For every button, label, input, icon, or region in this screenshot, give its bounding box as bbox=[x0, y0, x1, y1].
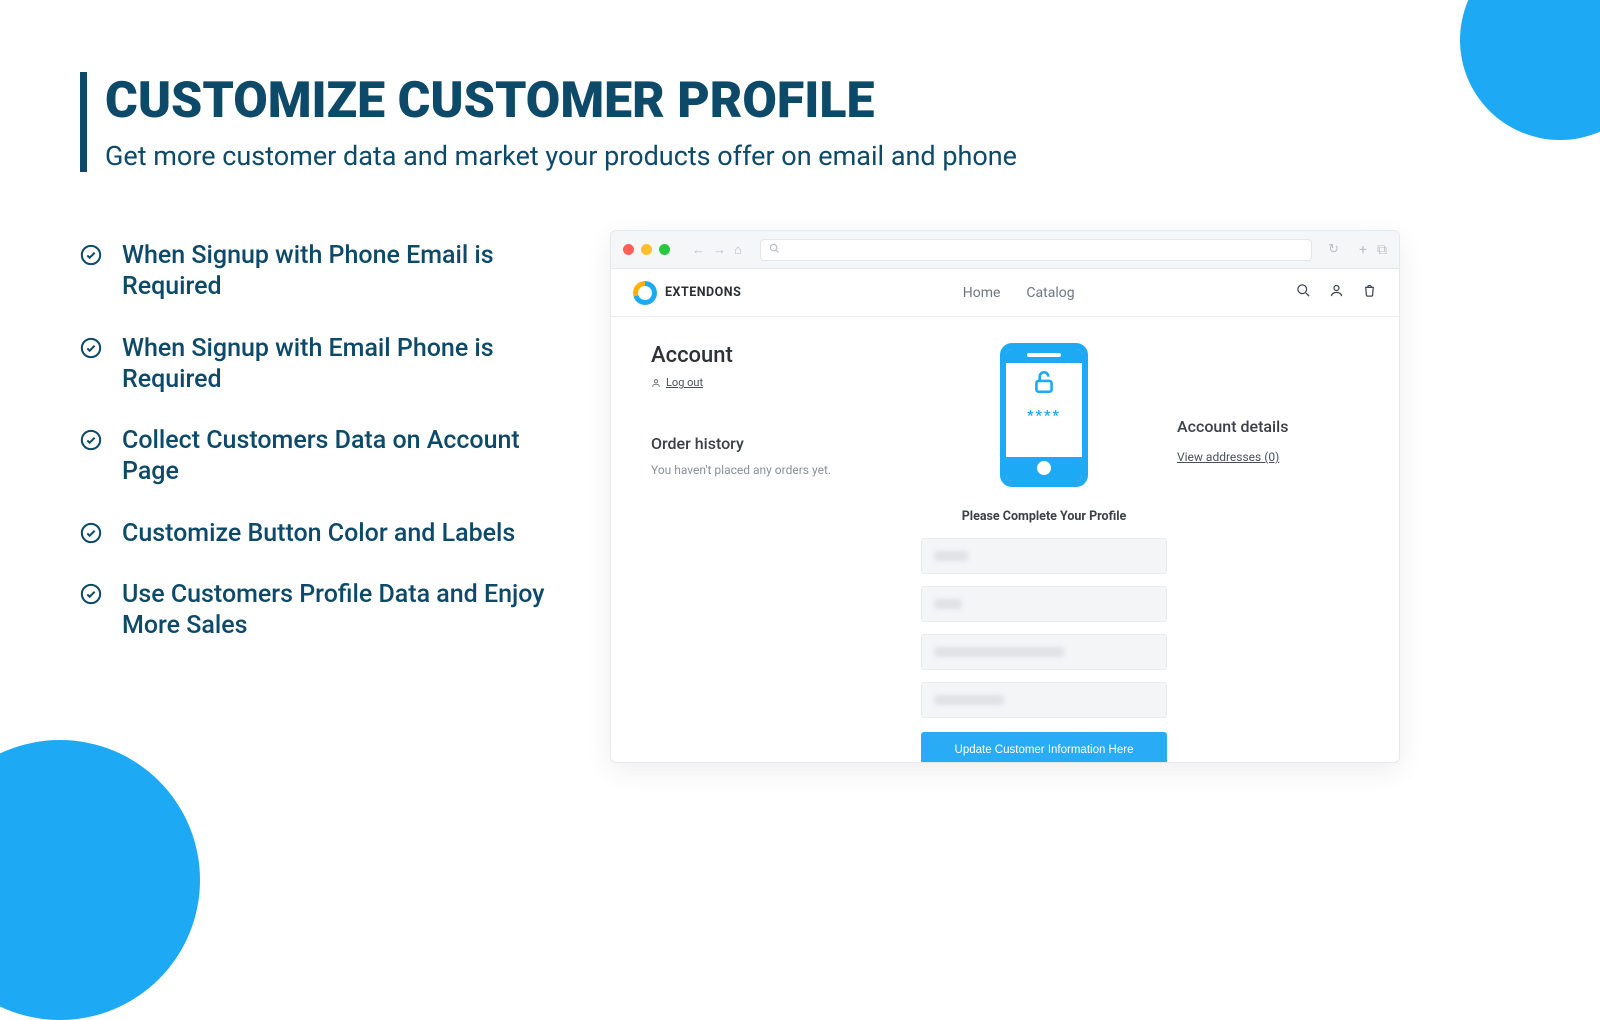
feature-text: When Signup with Email Phone is Required bbox=[122, 333, 572, 396]
hero-block: CUSTOMIZE CUSTOMER PROFILE Get more cust… bbox=[80, 72, 1080, 172]
cart-icon[interactable] bbox=[1362, 283, 1377, 302]
profile-input-2[interactable] bbox=[921, 586, 1167, 622]
complete-profile-prompt: Please Complete Your Profile bbox=[962, 509, 1127, 524]
account-details-title: Account details bbox=[1177, 417, 1397, 436]
decorative-blob-top-right bbox=[1460, 0, 1600, 140]
browser-nav-arrows: ← → ⌂ bbox=[692, 242, 742, 258]
order-history-empty: You haven't placed any orders yet. bbox=[651, 463, 911, 477]
home-icon[interactable]: ⌂ bbox=[734, 242, 742, 258]
store-header: EXTENDONS Home Catalog bbox=[611, 269, 1399, 317]
close-window-icon[interactable] bbox=[623, 244, 634, 255]
page-subtitle: Get more customer data and market your p… bbox=[105, 140, 1080, 172]
browser-window: ← → ⌂ ↻ + ⧉ EXTENDONS Home Catalog bbox=[610, 230, 1400, 763]
back-icon[interactable]: ← bbox=[692, 242, 705, 258]
feature-item: Customize Button Color and Labels bbox=[80, 518, 572, 549]
browser-chrome-bar: ← → ⌂ ↻ + ⧉ bbox=[611, 231, 1399, 269]
minimize-window-icon[interactable] bbox=[641, 244, 652, 255]
user-icon[interactable] bbox=[1329, 283, 1344, 302]
window-controls bbox=[623, 244, 670, 255]
check-circle-icon bbox=[80, 337, 102, 359]
copy-icon[interactable]: ⧉ bbox=[1377, 242, 1387, 258]
masked-code: **** bbox=[1027, 408, 1061, 424]
profile-input-4[interactable] bbox=[921, 682, 1167, 718]
account-column: Account Log out Order history You haven'… bbox=[651, 343, 911, 763]
new-tab-icon[interactable]: + bbox=[1359, 242, 1367, 258]
check-circle-icon bbox=[80, 522, 102, 544]
logout-link[interactable]: Log out bbox=[651, 376, 703, 389]
profile-input-3[interactable] bbox=[921, 634, 1167, 670]
account-title: Account bbox=[651, 343, 911, 368]
feature-item: When Signup with Email Phone is Required bbox=[80, 333, 572, 396]
unlock-icon bbox=[1031, 369, 1057, 402]
view-addresses-link[interactable]: View addresses (0) bbox=[1177, 450, 1279, 464]
check-circle-icon bbox=[80, 244, 102, 266]
feature-text: Collect Customers Data on Account Page bbox=[122, 425, 572, 488]
order-history-title: Order history bbox=[651, 434, 911, 453]
check-circle-icon bbox=[80, 429, 102, 451]
brand[interactable]: EXTENDONS bbox=[633, 281, 741, 305]
profile-fields bbox=[921, 538, 1167, 718]
account-details-column: Account details View addresses (0) bbox=[1177, 343, 1397, 763]
check-circle-icon bbox=[80, 583, 102, 605]
nav-home[interactable]: Home bbox=[963, 285, 1001, 301]
forward-icon[interactable]: → bbox=[713, 242, 726, 258]
brand-logo-icon bbox=[633, 281, 657, 305]
phone-illustration-icon: **** bbox=[1000, 343, 1088, 487]
feature-item: Use Customers Profile Data and Enjoy Mor… bbox=[80, 579, 572, 642]
store-header-icons bbox=[1296, 283, 1377, 302]
store-body: Account Log out Order history You haven'… bbox=[611, 317, 1399, 763]
nav-catalog[interactable]: Catalog bbox=[1026, 285, 1074, 301]
page-title: CUSTOMIZE CUSTOMER PROFILE bbox=[105, 72, 1080, 130]
browser-right-controls: + ⧉ bbox=[1359, 242, 1387, 258]
logout-label: Log out bbox=[666, 376, 703, 389]
update-profile-button[interactable]: Update Customer Information Here bbox=[921, 732, 1167, 763]
search-icon bbox=[769, 243, 780, 257]
profile-input-1[interactable] bbox=[921, 538, 1167, 574]
feature-item: Collect Customers Data on Account Page bbox=[80, 425, 572, 488]
search-icon[interactable] bbox=[1296, 283, 1311, 302]
feature-item: When Signup with Phone Email is Required bbox=[80, 240, 572, 303]
brand-name: EXTENDONS bbox=[665, 285, 741, 300]
feature-text: Use Customers Profile Data and Enjoy Mor… bbox=[122, 579, 572, 642]
feature-text: Customize Button Color and Labels bbox=[122, 518, 515, 549]
store-nav: Home Catalog bbox=[963, 285, 1075, 301]
maximize-window-icon[interactable] bbox=[659, 244, 670, 255]
decorative-blob-bottom-left bbox=[0, 740, 200, 1020]
feature-list: When Signup with Phone Email is Required… bbox=[80, 240, 572, 671]
profile-complete-column: **** Please Complete Your Profile Update… bbox=[921, 343, 1167, 763]
browser-address-bar[interactable] bbox=[760, 239, 1312, 261]
refresh-icon[interactable]: ↻ bbox=[1328, 242, 1339, 257]
feature-text: When Signup with Phone Email is Required bbox=[122, 240, 572, 303]
